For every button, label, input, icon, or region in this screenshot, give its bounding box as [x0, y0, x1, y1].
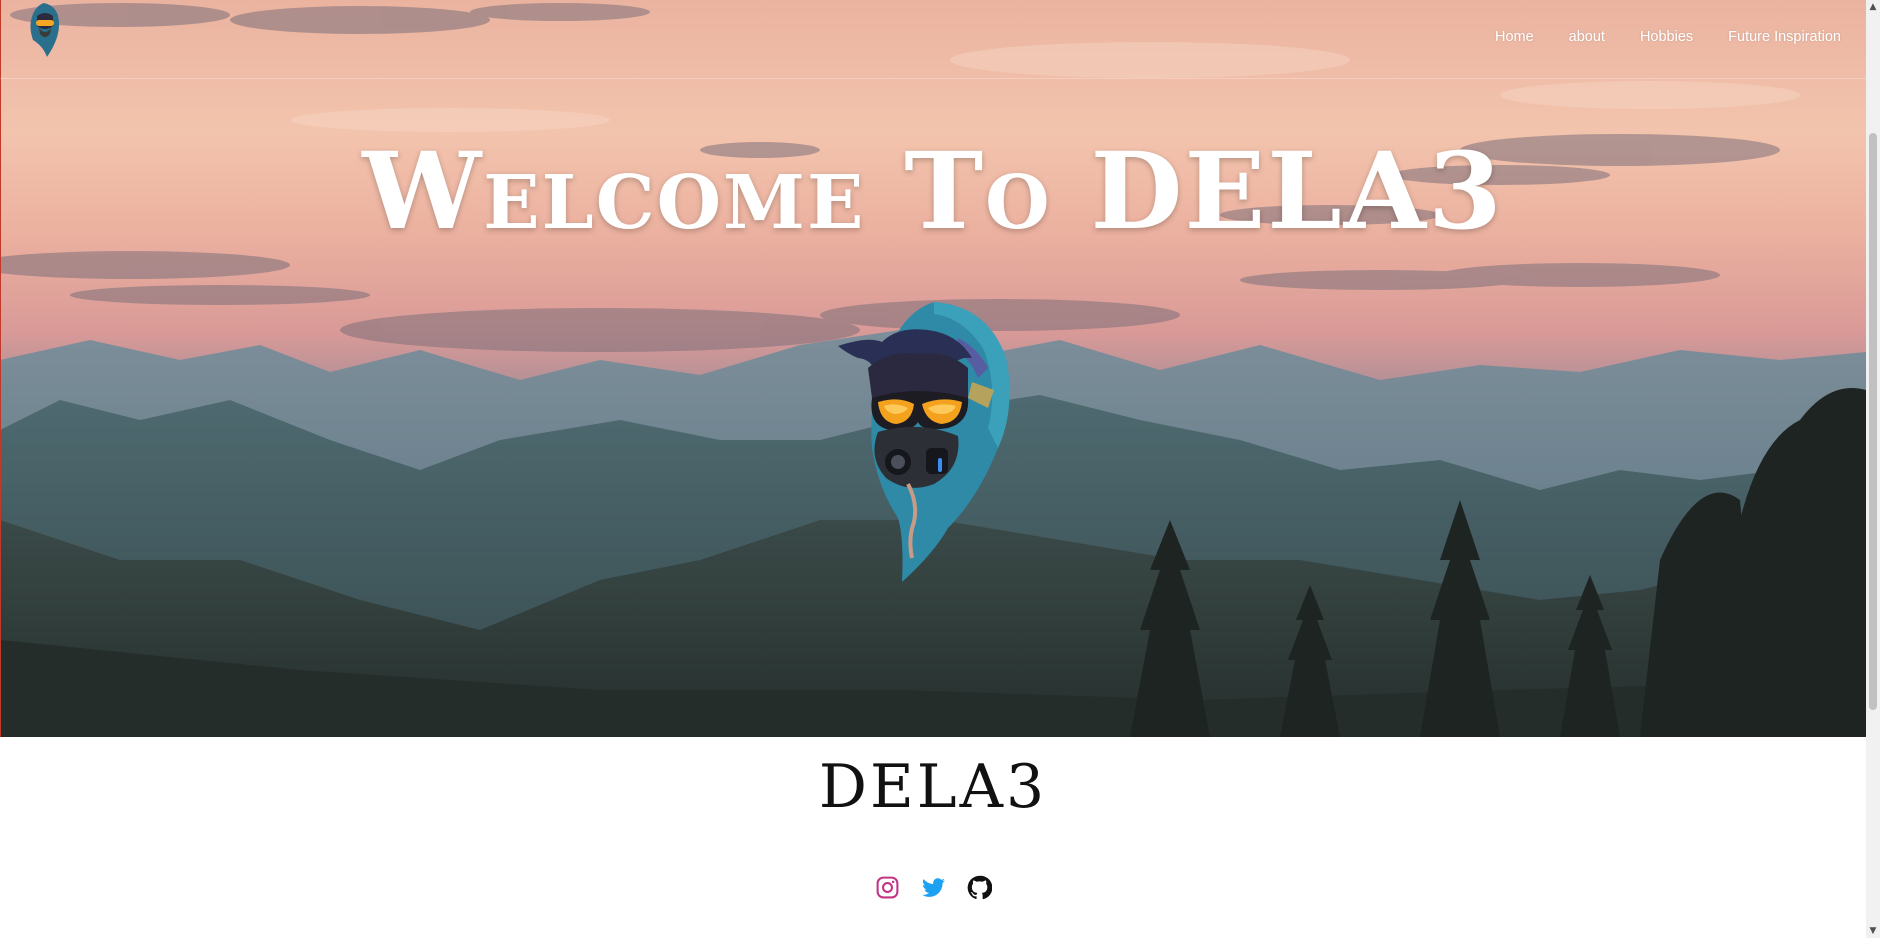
page: Home about Hobbies Future Inspiration We…	[0, 0, 1880, 938]
nav-link-hobbies[interactable]: Hobbies	[1640, 29, 1693, 45]
scroll-down-arrow[interactable]: ▼	[1866, 924, 1880, 938]
twitter-icon[interactable]	[921, 875, 946, 900]
nav-link-future-inspiration[interactable]: Future Inspiration	[1728, 29, 1841, 45]
nav-link-home[interactable]: Home	[1495, 29, 1534, 45]
hooded-gas-mask-avatar-icon	[838, 302, 1010, 582]
social-links	[0, 875, 1866, 900]
vertical-scrollbar[interactable]: ▲ ▼	[1866, 0, 1880, 938]
hero-left-edge	[0, 0, 1, 737]
nav-link-about[interactable]: about	[1569, 29, 1605, 45]
scroll-thumb[interactable]	[1869, 133, 1877, 710]
scroll-up-arrow[interactable]: ▲	[1866, 0, 1880, 14]
hooded-avatar-icon[interactable]	[25, 2, 63, 58]
top-navbar: Home about Hobbies Future Inspiration	[0, 0, 1866, 79]
nav-links: Home about Hobbies Future Inspiration	[1460, 29, 1841, 45]
instagram-icon[interactable]	[875, 875, 900, 900]
hero-title: Welcome To DELA3	[362, 128, 1504, 253]
site-name-heading: DELA3	[818, 752, 1048, 822]
hero-section: Home about Hobbies Future Inspiration We…	[0, 0, 1866, 737]
github-icon[interactable]	[967, 875, 992, 900]
